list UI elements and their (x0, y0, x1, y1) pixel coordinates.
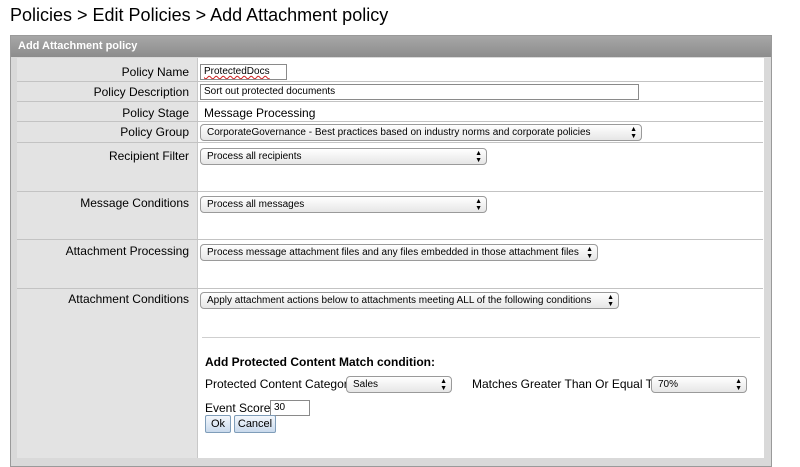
score-label: Event Score: (205, 401, 274, 415)
attachment-processing-value: Process message attachment files and any… (207, 247, 579, 258)
policy-description-input[interactable]: Sort out protected documents (200, 84, 639, 100)
message-conditions-select[interactable]: Process all messages ▲ ▼ (200, 196, 487, 213)
attachment-conditions-value: Apply attachment actions below to attach… (207, 295, 592, 306)
row-divider (17, 142, 763, 143)
breadcrumb: Policies > Edit Policies > Add Attachmen… (10, 5, 389, 25)
policy-group-label: Policy Group (120, 125, 189, 139)
condition-divider (202, 337, 760, 338)
row-divider (17, 81, 763, 82)
attachment-conditions-label: Attachment Conditions (68, 292, 189, 306)
row-divider (17, 288, 763, 289)
updown-chevron-icon: ▲ ▼ (607, 293, 614, 308)
threshold-label: Matches Greater Than Or Equal To (472, 377, 659, 391)
policy-group-value: CorporateGovernance - Best practices bas… (207, 127, 591, 138)
panel-title: Add Attachment policy (11, 36, 771, 57)
message-conditions-label: Message Conditions (80, 196, 189, 210)
cancel-button[interactable]: Cancel (234, 415, 276, 433)
row-divider (17, 239, 763, 240)
message-conditions-value: Process all messages (207, 199, 305, 210)
updown-chevron-icon: ▲ ▼ (475, 149, 482, 164)
updown-chevron-icon: ▲ ▼ (735, 377, 742, 392)
category-select[interactable]: Sales ▲ ▼ (346, 376, 452, 393)
policy-stage-value: Message Processing (204, 106, 316, 120)
updown-chevron-icon: ▲ ▼ (586, 245, 593, 260)
row-divider (17, 191, 763, 192)
ok-button[interactable]: Ok (205, 415, 231, 433)
recipient-filter-label: Recipient Filter (108, 149, 189, 163)
recipient-filter-value: Process all recipients (207, 151, 302, 162)
policy-stage-label: Policy Stage (122, 106, 189, 120)
policy-group-select[interactable]: CorporateGovernance - Best practices bas… (200, 124, 642, 141)
attachment-processing-select[interactable]: Process message attachment files and any… (200, 244, 598, 261)
category-value: Sales (353, 379, 379, 390)
score-input[interactable]: 30 (270, 400, 310, 416)
attachment-processing-label: Attachment Processing (65, 244, 189, 258)
category-label: Protected Content Category (205, 377, 354, 391)
policy-name-value: ProtectedDocs (204, 66, 270, 77)
policy-description-label: Policy Description (93, 85, 189, 99)
row-divider (17, 121, 763, 122)
row-divider (17, 101, 763, 102)
updown-chevron-icon: ▲ ▼ (440, 377, 447, 392)
updown-chevron-icon: ▲ ▼ (630, 125, 637, 140)
condition-heading: Add Protected Content Match condition: (205, 355, 435, 369)
attachment-conditions-select[interactable]: Apply attachment actions below to attach… (200, 292, 619, 309)
threshold-value: 70% (658, 379, 679, 390)
policy-name-input[interactable]: ProtectedDocs (200, 64, 287, 80)
updown-chevron-icon: ▲ ▼ (475, 197, 482, 212)
threshold-select[interactable]: 70% ▲ ▼ (651, 376, 747, 393)
policy-name-label: Policy Name (121, 65, 189, 79)
recipient-filter-select[interactable]: Process all recipients ▲ ▼ (200, 148, 487, 165)
